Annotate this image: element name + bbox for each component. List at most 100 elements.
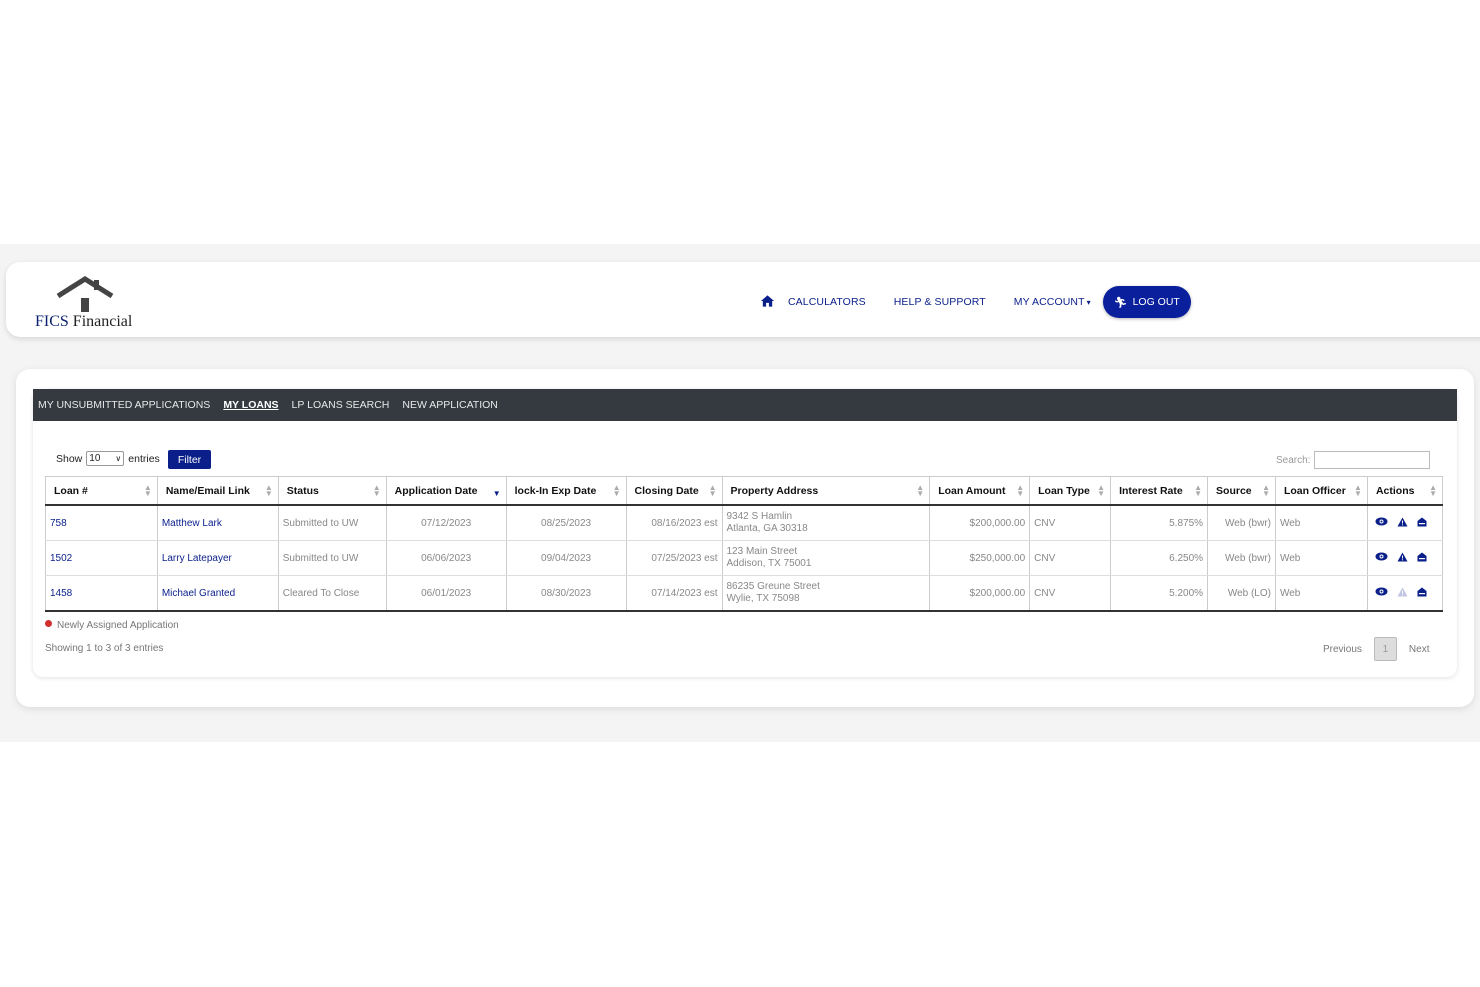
application-date: 06/06/2023 [385, 540, 507, 576]
filter-button[interactable]: Filter [168, 450, 211, 469]
warning-icon[interactable] [1397, 587, 1408, 600]
bank-icon[interactable] [1417, 587, 1427, 600]
col-header-label: Name/Email Link [165, 484, 250, 497]
pagination: Previous 1 Next [1323, 637, 1429, 661]
col-header-label: Loan Type [1038, 484, 1090, 497]
loan-amount: $250,000.00 [929, 540, 1030, 576]
application-date: 06/01/2023 [385, 575, 507, 612]
closing-date: 07/14/2023 est [625, 575, 722, 612]
running-exit-icon: 🏃︎ [1113, 296, 1128, 309]
col-header-closing-date[interactable]: Closing Date ▲ ▼ [625, 476, 722, 506]
table-info: Showing 1 to 3 of 3 entries [45, 643, 164, 654]
legend: Newly Assigned Application [45, 620, 179, 631]
loan-type: CNV [1029, 540, 1111, 576]
loan-status: Cleared To Close [277, 575, 387, 612]
tab-new-application[interactable]: NEW APPLICATION [402, 399, 498, 411]
sort-icon: ▲ ▼ [916, 483, 925, 498]
sort-icon: ▲ ▼ [1097, 483, 1106, 498]
borrower-name-link[interactable]: Matthew Lark [156, 505, 279, 541]
nav-help-support[interactable]: HELP & SUPPORT [894, 296, 986, 308]
sort-icon: ▲ ▼ [1016, 483, 1025, 498]
view-eye-icon[interactable] [1375, 587, 1388, 599]
col-header-label: Loan Officer [1283, 484, 1346, 497]
col-header-actions[interactable]: Actions ▲ ▼ [1366, 476, 1444, 506]
pagination-next[interactable]: Next [1409, 644, 1430, 655]
loan-source: Web (LO) [1207, 575, 1276, 612]
loan-number-link[interactable]: 1458 [45, 575, 158, 612]
sort-icon: ▲ ▼ [1194, 483, 1203, 498]
home-icon[interactable] [760, 294, 776, 310]
sort-icon: ▲ ▼ [143, 483, 152, 498]
property-address: 123 Main Street Addison, TX 75001 [721, 540, 930, 576]
sort-icon: ▲ ▼ [264, 483, 273, 498]
application-date: 07/12/2023 [385, 505, 507, 541]
loan-officer: Web [1274, 575, 1368, 612]
entries-select[interactable]: 10 ∨ [86, 451, 125, 466]
col-header-label: Status [286, 484, 319, 497]
view-eye-icon[interactable] [1375, 517, 1388, 529]
loan-officer: Web [1274, 540, 1368, 576]
sort-icon: ▲ ▼ [612, 483, 621, 498]
entries-select-value: 10 [89, 453, 101, 464]
lock-exp-date: 09/04/2023 [505, 540, 627, 576]
address-line-1: 9342 S Hamlin [726, 511, 793, 522]
tab-my-loans[interactable]: MY LOANS [223, 399, 278, 411]
bank-icon[interactable] [1417, 517, 1427, 530]
row-actions [1366, 505, 1444, 541]
col-header-interest-rate[interactable]: Interest Rate ▲ ▼ [1110, 476, 1208, 506]
col-header-lock-exp-date[interactable]: lock-In Exp Date ▲ ▼ [505, 476, 627, 506]
loans-table: Loan # ▲ ▼ Name/Email Link ▲ ▼ Status ▲ ▼ Appl… [45, 476, 1444, 612]
col-header-label: Property Address [730, 484, 819, 497]
col-header-property-address[interactable]: Property Address ▲ ▼ [721, 476, 930, 506]
col-header-label: Interest Rate [1119, 484, 1183, 497]
entries-label: entries [128, 452, 160, 465]
col-header-status[interactable]: Status ▲ ▼ [277, 476, 387, 506]
col-header-loan-type[interactable]: Loan Type ▲ ▼ [1029, 476, 1111, 506]
col-header-loan-number[interactable]: Loan # ▲ ▼ [45, 476, 158, 506]
col-header-label: Actions [1375, 484, 1415, 497]
property-address: 9342 S Hamlin Atlanta, GA 30318 [721, 505, 930, 541]
nav-calculators[interactable]: CALCULATORS [788, 296, 866, 308]
loan-number-link[interactable]: 758 [45, 505, 158, 541]
loan-status: Submitted to UW [277, 505, 387, 541]
borrower-name-link[interactable]: Larry Latepayer [156, 540, 279, 576]
col-header-application-date[interactable]: Application Date ▼ [385, 476, 507, 506]
loan-status: Submitted to UW [277, 540, 387, 576]
borrower-name-link[interactable]: Michael Granted [156, 575, 279, 612]
logo[interactable]: FICS Financial [35, 276, 145, 332]
row-actions [1366, 575, 1444, 612]
bank-icon[interactable] [1417, 552, 1427, 565]
sort-icon: ▲ ▼ [708, 483, 717, 498]
pagination-page[interactable]: 1 [1373, 637, 1397, 661]
entries-control: Show 10 ∨ entries [56, 451, 160, 466]
logout-label: LOG OUT [1132, 296, 1180, 308]
warning-icon[interactable] [1397, 517, 1408, 530]
logout-button[interactable]: 🏃︎ LOG OUT [1102, 286, 1191, 318]
col-header-source[interactable]: Source ▲ ▼ [1207, 476, 1276, 506]
col-header-label: Application Date [394, 484, 478, 497]
lock-exp-date: 08/30/2023 [505, 575, 627, 612]
interest-rate: 6.250% [1110, 540, 1208, 576]
loan-source: Web (bwr) [1207, 505, 1276, 541]
view-eye-icon[interactable] [1375, 552, 1388, 564]
tab-lp-loans-search[interactable]: LP LOANS SEARCH [292, 399, 390, 411]
tab-unsubmitted-applications[interactable]: MY UNSUBMITTED APPLICATIONS [38, 399, 210, 411]
col-header-loan-amount[interactable]: Loan Amount ▲ ▼ [929, 476, 1030, 506]
logo-text: FICS Financial [35, 313, 133, 330]
nav-my-account[interactable]: MY ACCOUNT ▾ [1014, 296, 1091, 308]
warning-icon[interactable] [1397, 552, 1408, 565]
pagination-previous[interactable]: Previous [1323, 644, 1362, 655]
tab-bar: MY UNSUBMITTED APPLICATIONS MY LOANS LP … [33, 389, 1457, 421]
sort-icon: ▲ ▼ [1429, 483, 1437, 498]
table-row: 758 Matthew Lark Submitted to UW 07/12/2023… [45, 505, 1444, 541]
table-row: 1458 Michael Granted Cleared To Close 06/01… [45, 575, 1444, 612]
legend-label: Newly Assigned Application [57, 620, 179, 631]
col-header-name[interactable]: Name/Email Link ▲ ▼ [156, 476, 279, 506]
search-input[interactable] [1314, 451, 1431, 469]
sort-icon: ▲ ▼ [1354, 483, 1362, 498]
loan-number-link[interactable]: 1502 [45, 540, 158, 576]
closing-date: 07/25/2023 est [625, 540, 722, 576]
col-header-loan-officer[interactable]: Loan Officer ▲ ▼ [1274, 476, 1368, 506]
col-header-label: Loan # [54, 484, 88, 497]
loan-type: CNV [1029, 505, 1111, 541]
